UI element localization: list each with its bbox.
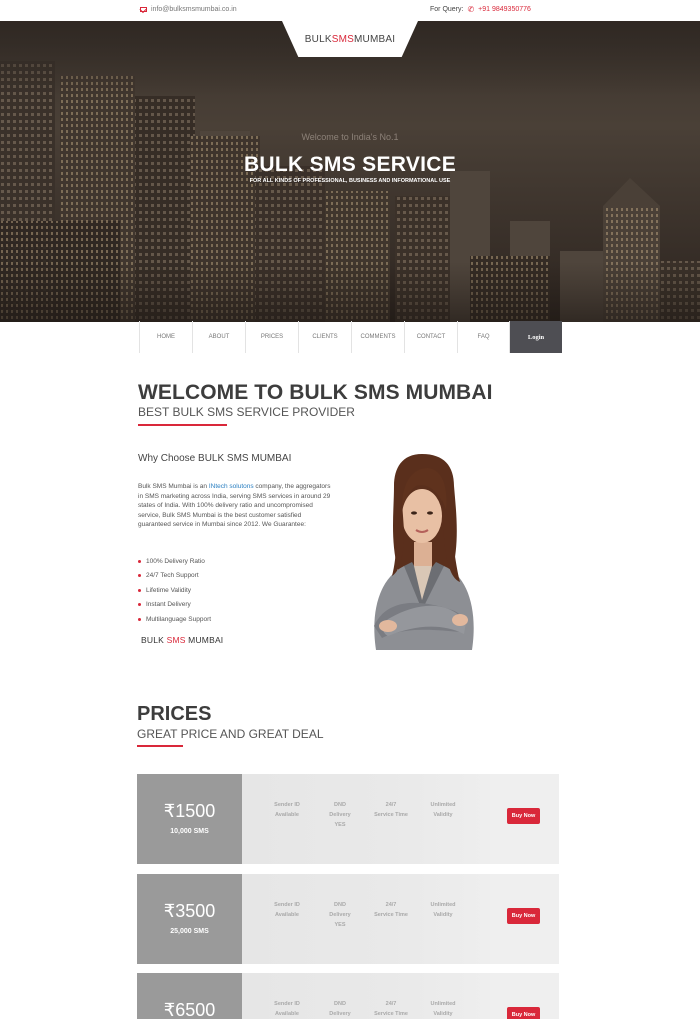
feature-support: 24/7 Service Time xyxy=(374,802,408,818)
brand-sms: SMS xyxy=(166,635,186,645)
feature-sender-id: Sender ID Available xyxy=(274,802,300,818)
plan-amount: ₹6500 xyxy=(163,1000,216,1019)
welcome-subtitle: BEST BULK SMS SERVICE PROVIDER xyxy=(138,405,355,419)
site-logo[interactable]: BULK SMS MUMBAI xyxy=(282,21,418,57)
main-nav: HOME ABOUT PRICES CLIENTS COMMENTS CONTA… xyxy=(139,321,562,353)
plan-sms-count: 10,000 SMS xyxy=(170,828,209,835)
buy-now-button[interactable]: Buy Now xyxy=(507,908,540,924)
feature-dnd: DNDDeliveryYES xyxy=(329,1001,351,1017)
bullet-icon xyxy=(138,574,141,578)
prices-subtitle: GREAT PRICE AND GREAT DEAL xyxy=(137,727,324,741)
top-bar: info@bulksmsmumbai.co.in For Query: ✆ +9… xyxy=(0,0,700,21)
guarantee-label: 24/7 Tech Support xyxy=(146,572,199,580)
email-text[interactable]: info@bulksmsmumbai.co.in xyxy=(151,6,237,13)
nav-faq[interactable]: FAQ xyxy=(457,321,510,353)
list-item: 24/7 Tech Support xyxy=(138,569,211,584)
guarantee-label: Lifetime Validity xyxy=(146,586,192,594)
mail-icon xyxy=(140,7,147,12)
plan-features: Sender IDAvailable DNDDeliveryYES 24/7Se… xyxy=(242,874,490,964)
bullet-icon xyxy=(138,603,141,607)
list-item: 100% Delivery Ratio xyxy=(138,554,211,569)
list-item: Lifetime Validity xyxy=(138,583,211,598)
price-box: ₹3500 25,000 SMS xyxy=(137,874,247,964)
list-item: Instant Delivery xyxy=(138,598,211,613)
guarantee-list: 100% Delivery Ratio 24/7 Tech Support Li… xyxy=(138,554,211,627)
price-plan-1500: ₹1500 10,000 SMS Sender ID Available DND D… xyxy=(137,774,559,864)
query-label: For Query: xyxy=(430,6,464,13)
price-plan-3500: ₹3500 25,000 SMS Sender ID Available DND D… xyxy=(137,874,559,964)
feature-sender-id: Sender ID Available xyxy=(274,1001,300,1017)
contact-email[interactable]: info@bulksmsmumbai.co.in xyxy=(140,6,237,13)
bullet-icon xyxy=(138,617,141,621)
feature-support: 24/7 Service Time xyxy=(374,902,408,918)
logo-part-sms: SMS xyxy=(331,33,354,45)
bullet-icon xyxy=(138,588,141,592)
plan-features: Sender IDAvailable DNDDeliveryYES 24/7Se… xyxy=(242,774,490,864)
feature-support: 24/7 Service Time xyxy=(374,1001,408,1017)
guarantee-label: Instant Delivery xyxy=(146,601,191,609)
contact-phone: For Query: ✆ +91 9849350776 xyxy=(430,5,531,14)
guarantee-label: 100% Delivery Ratio xyxy=(146,557,205,565)
plan-amount: ₹1500 xyxy=(163,801,216,821)
welcome-title: WELCOME TO BULK SMS MUMBAI xyxy=(138,381,493,404)
intech-link[interactable]: INtech solutons xyxy=(209,483,254,490)
feature-dnd: DNDDeliveryYES xyxy=(329,802,351,828)
nav-comments[interactable]: COMMENTS xyxy=(351,321,404,353)
brand-mumbai: MUMBAI xyxy=(185,635,224,645)
hero-tagline: FOR ALL KINDS OF PROFESSIONAL, BUSINESS … xyxy=(249,178,451,184)
about-text-start: Bulk SMS Mumbai is an xyxy=(138,483,209,490)
feature-validity: Unlimited Validity xyxy=(430,902,456,918)
bullet-icon xyxy=(138,559,141,563)
logo-part-bulk: BULK xyxy=(304,33,332,45)
welcome-underline xyxy=(138,424,227,426)
phone-icon: ✆ xyxy=(467,5,475,14)
why-choose-title: Why Choose BULK SMS MUMBAI xyxy=(138,453,292,464)
price-plan-6500: ₹6500 Sender IDAvailable DNDDeliveryYES … xyxy=(137,973,559,1019)
nav-contact[interactable]: CONTACT xyxy=(404,321,457,353)
guarantee-label: Multilanguage Support xyxy=(146,615,212,623)
nav-home[interactable]: HOME xyxy=(139,321,192,353)
feature-sender-id: Sender ID Available xyxy=(274,902,300,918)
login-button[interactable]: Login xyxy=(510,321,562,353)
plan-sms-count: 25,000 SMS xyxy=(170,928,209,935)
phone-number[interactable]: +91 9849350776 xyxy=(478,6,531,13)
hero-welcome-text: Welcome to India's No.1 xyxy=(301,132,399,142)
logo-part-mumbai: MUMBAI xyxy=(354,33,396,45)
plan-features: Sender IDAvailable DNDDeliveryYES 24/7Se… xyxy=(242,973,490,1019)
buy-now-button[interactable]: Buy Now xyxy=(507,1007,540,1019)
plan-amount: ₹3500 xyxy=(163,901,216,921)
hero-banner: Welcome to India's No.1 BULK SMS SERVICE… xyxy=(0,21,700,322)
about-paragraph: Bulk SMS Mumbai is an INtech solutons co… xyxy=(138,482,333,530)
brand-logo-small: BULK SMS MUMBAI xyxy=(141,635,223,645)
feature-validity: Unlimited Validity xyxy=(430,802,456,818)
businesswoman-image xyxy=(374,454,474,650)
brand-bulk: BULK xyxy=(141,635,167,645)
feature-validity: Unlimited Validity xyxy=(430,1001,456,1017)
list-item: Multilanguage Support xyxy=(138,612,211,627)
feature-dnd: DNDDeliveryYES xyxy=(329,902,351,928)
hero-title: BULK SMS SERVICE xyxy=(243,153,457,176)
price-box: ₹6500 xyxy=(137,973,247,1019)
nav-clients[interactable]: CLIENTS xyxy=(298,321,351,353)
nav-about[interactable]: ABOUT xyxy=(192,321,245,353)
buy-now-button[interactable]: Buy Now xyxy=(507,808,540,824)
prices-underline xyxy=(137,745,183,747)
prices-title: PRICES xyxy=(137,703,212,725)
price-box: ₹1500 10,000 SMS xyxy=(137,774,247,864)
nav-prices[interactable]: PRICES xyxy=(245,321,298,353)
